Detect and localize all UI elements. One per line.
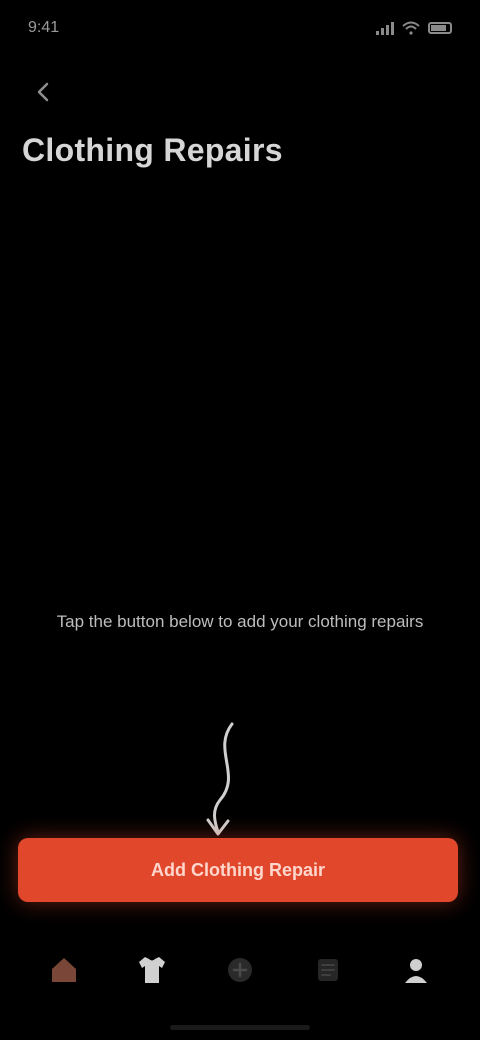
profile-icon xyxy=(405,959,427,983)
nav-item-home[interactable] xyxy=(32,938,96,1002)
back-button[interactable] xyxy=(24,72,64,112)
signal-icon xyxy=(376,21,394,35)
nav-item-add[interactable] xyxy=(208,938,272,1002)
home-icon xyxy=(52,958,76,982)
status-icons xyxy=(376,21,452,35)
list-icon xyxy=(318,959,338,981)
add-icon xyxy=(228,958,252,982)
bottom-navigation xyxy=(0,935,480,1005)
wifi-icon xyxy=(402,21,420,35)
status-bar: 9:41 xyxy=(0,0,480,56)
add-clothing-repair-button[interactable]: Add Clothing Repair xyxy=(18,838,458,902)
nav-item-list[interactable] xyxy=(296,938,360,1002)
nav-item-shirt[interactable] xyxy=(120,938,184,1002)
status-time: 9:41 xyxy=(28,19,60,36)
nav-item-profile[interactable] xyxy=(384,938,448,1002)
page-title: Clothing Repairs xyxy=(22,132,283,168)
home-indicator[interactable] xyxy=(170,1025,310,1030)
arrow-down-icon xyxy=(206,722,234,836)
battery-icon xyxy=(428,22,452,34)
shirt-icon xyxy=(139,957,165,983)
chevron-left-icon xyxy=(37,82,49,102)
empty-state-message: Tap the button below to add your clothin… xyxy=(56,612,424,631)
